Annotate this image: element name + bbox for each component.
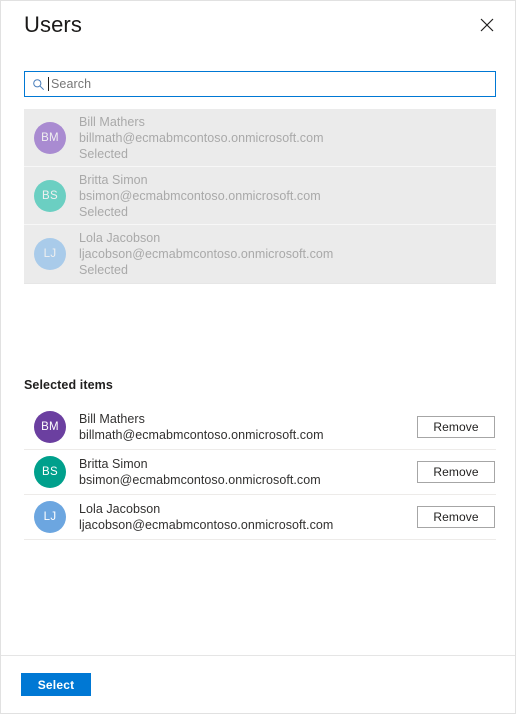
user-email: ljacobson@ecmabmcontoso.onmicrosoft.com — [79, 247, 334, 261]
user-email: ljacobson@ecmabmcontoso.onmicrosoft.com — [79, 518, 334, 532]
user-name: Lola Jacobson — [79, 502, 161, 516]
selected-item-details: Britta Simon bsimon@ecmabmcontoso.onmicr… — [79, 456, 321, 488]
page-title: Users — [24, 12, 82, 37]
avatar: LJ — [34, 501, 66, 533]
user-name: Britta Simon — [79, 457, 148, 471]
user-email: billmath@ecmabmcontoso.onmicrosoft.com — [79, 130, 324, 145]
avatar: BM — [34, 411, 66, 443]
remove-button[interactable]: Remove — [417, 416, 495, 438]
user-email: billmath@ecmabmcontoso.onmicrosoft.com — [79, 428, 324, 442]
user-email: bsimon@ecmabmcontoso.onmicrosoft.com — [79, 473, 321, 487]
table-row: BM Bill Mathers billmath@ecmabmcontoso.o… — [24, 405, 496, 450]
list-item[interactable]: BM Bill Mathers billmath@ecmabmcontoso.o… — [24, 109, 496, 167]
table-row: LJ Lola Jacobson ljacobson@ecmabmcontoso… — [24, 495, 496, 540]
avatar: LJ — [34, 238, 66, 270]
user-name: Britta Simon — [79, 172, 148, 187]
selected-item-details: Lola Jacobson ljacobson@ecmabmcontoso.on… — [79, 501, 333, 533]
avatar: BS — [34, 456, 66, 488]
list-item-details: Bill Mathers billmath@ecmabmcontoso.onmi… — [79, 114, 324, 162]
search-placeholder: Search — [51, 77, 92, 91]
user-name: Lola Jacobson — [79, 231, 161, 245]
list-item[interactable]: LJ Lola Jacobson ljacobson@ecmabmcontoso… — [24, 225, 496, 283]
list-item-details: Britta Simon bsimon@ecmabmcontoso.onmicr… — [79, 172, 321, 220]
user-name: Bill Mathers — [79, 114, 145, 129]
dialog-header: Users — [1, 1, 515, 49]
dialog-footer: Select — [1, 656, 515, 713]
user-status: Selected — [79, 204, 129, 219]
selected-item-details: Bill Mathers billmath@ecmabmcontoso.onmi… — [79, 411, 324, 443]
text-caret — [48, 77, 49, 91]
list-item-details: Lola Jacobson ljacobson@ecmabmcontoso.on… — [79, 230, 333, 278]
user-email: bsimon@ecmabmcontoso.onmicrosoft.com — [79, 188, 321, 203]
table-row: BS Britta Simon bsimon@ecmabmcontoso.onm… — [24, 450, 496, 495]
user-status: Selected — [79, 263, 129, 277]
search-icon — [31, 77, 46, 92]
close-icon — [480, 18, 494, 32]
users-picker-dialog: Users Search BM Bill Mathers billmath@ec… — [0, 0, 516, 714]
search-input[interactable]: Search — [24, 71, 496, 97]
avatar: BS — [34, 179, 66, 212]
user-status: Selected — [79, 146, 129, 161]
search-area: Search — [1, 49, 515, 97]
selected-items-heading: Selected items — [24, 378, 113, 392]
user-name: Bill Mathers — [79, 412, 145, 426]
list-item[interactable]: BS Britta Simon bsimon@ecmabmcontoso.onm… — [24, 167, 496, 225]
remove-button[interactable]: Remove — [417, 506, 495, 528]
select-button[interactable]: Select — [21, 673, 91, 696]
selected-items-list: BM Bill Mathers billmath@ecmabmcontoso.o… — [24, 405, 496, 540]
close-button[interactable] — [471, 9, 503, 41]
selected-items-section: Selected items BM Bill Mathers billmath@… — [24, 284, 496, 540]
user-results-list: BM Bill Mathers billmath@ecmabmcontoso.o… — [24, 109, 496, 284]
remove-button[interactable]: Remove — [417, 461, 495, 483]
avatar: BM — [34, 121, 66, 154]
